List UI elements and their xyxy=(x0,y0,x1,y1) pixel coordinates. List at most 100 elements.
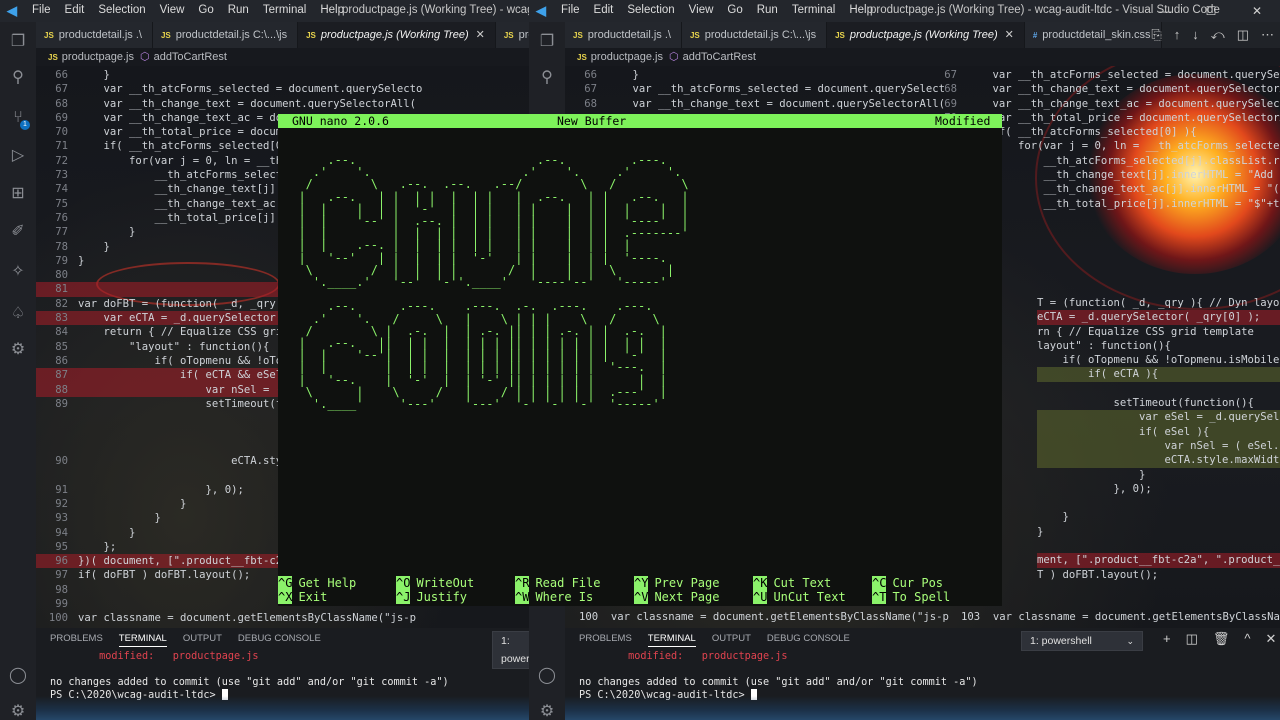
line-text: } xyxy=(78,512,161,525)
shortcut-key: ^C xyxy=(872,576,887,590)
menu-view[interactable]: View xyxy=(160,4,185,16)
tab-productdetail-js-2[interactable]: JS productdetail.js C:\...\js xyxy=(681,22,828,48)
menu-run[interactable]: Run xyxy=(757,4,778,16)
open-changes-icon[interactable]: ⎘ xyxy=(1151,27,1161,43)
new-terminal-icon[interactable]: + xyxy=(1163,631,1171,647)
split-editor-icon[interactable]: ◫ xyxy=(1237,27,1249,43)
terminal-output[interactable]: modified: productpage.js no changes adde… xyxy=(579,650,978,702)
close-icon[interactable]: ✕ xyxy=(476,29,485,41)
title-bar: ◀ File Edit Selection View Go Run Termin… xyxy=(529,0,1280,22)
shortcut-cut-text[interactable]: ^K Cut Text xyxy=(753,576,831,590)
extensions-icon[interactable]: ⊞ xyxy=(8,184,28,204)
menu-run[interactable]: Run xyxy=(228,4,249,16)
shortcut-read-file[interactable]: ^R Read File xyxy=(515,576,600,590)
panel-tab-output[interactable]: OUTPUT xyxy=(712,633,751,647)
menu-go[interactable]: Go xyxy=(198,4,213,16)
terminal-output[interactable]: modified: productpage.js no changes adde… xyxy=(50,650,449,702)
arrow-down-icon[interactable]: ↓ xyxy=(1192,27,1199,43)
nano-editor[interactable]: GNU nano 2.0.6 New Buffer Modified .--. … xyxy=(278,114,1002,606)
line-text: } xyxy=(1037,468,1146,481)
puzzle-icon[interactable]: ♤ xyxy=(8,304,28,324)
breadcrumb-file[interactable]: productpage.js xyxy=(591,51,663,63)
breadcrumb-symbol[interactable]: addToCartRest xyxy=(154,51,227,63)
menu-edit[interactable]: Edit xyxy=(594,4,614,16)
close-panel-icon[interactable]: ✕ xyxy=(1266,631,1277,647)
panel-tab-output[interactable]: OUTPUT xyxy=(183,633,222,647)
menu-edit[interactable]: Edit xyxy=(65,4,85,16)
account-icon[interactable]: ◯ xyxy=(8,666,28,686)
close-window-icon[interactable]: ✕ xyxy=(1234,2,1280,20)
arrow-up-icon[interactable]: ↑ xyxy=(1174,27,1181,43)
menu-help[interactable]: Help xyxy=(320,4,344,16)
more-actions-icon[interactable]: ⋯ xyxy=(1261,27,1274,43)
tab-productdetail-js[interactable]: JS productdetail.js .\ xyxy=(36,22,153,48)
menu-view[interactable]: View xyxy=(689,4,714,16)
run-debug-icon[interactable]: ▷ xyxy=(8,146,28,166)
panel-tab-terminal[interactable]: TERMINAL xyxy=(647,633,696,647)
shortcut-get-help[interactable]: ^G Get Help xyxy=(278,576,356,590)
shortcut-to-spell[interactable]: ^T To Spell xyxy=(872,590,950,604)
brush-icon[interactable]: ✐ xyxy=(8,222,28,242)
shortcut-cur-pos[interactable]: ^C Cur Pos xyxy=(872,576,943,590)
tab-productdetail-skin-css[interactable]: # productdetail_skin.css xyxy=(1024,22,1162,48)
menu-file[interactable]: File xyxy=(32,4,51,16)
line-text: var __th_change_text = document.querySel… xyxy=(607,97,946,110)
trash-icon[interactable]: 🗑 xyxy=(1213,631,1230,647)
js-file-icon: JS xyxy=(577,53,587,62)
search-icon[interactable]: ⚲ xyxy=(537,68,557,88)
symbol-icon: ⬡ xyxy=(139,51,150,63)
shortcut-prev-page[interactable]: ^Y Prev Page xyxy=(634,576,719,590)
line-text xyxy=(78,283,84,295)
explorer-icon[interactable]: ❐ xyxy=(8,32,28,52)
code-line: 66 } xyxy=(565,68,945,82)
split-terminal-icon[interactable]: ◫ xyxy=(1186,631,1198,647)
tab-productdetail-js-2[interactable]: JS productdetail.js C:\...\js xyxy=(152,22,299,48)
ascii-art: .--. .--. .---. .' '. .' '. .' '. / \ .-… xyxy=(298,153,689,412)
line-text xyxy=(1037,383,1043,395)
panel-tab-debug-console[interactable]: DEBUG CONSOLE xyxy=(238,633,321,647)
breadcrumb-file[interactable]: productpage.js xyxy=(62,51,134,63)
menu-terminal[interactable]: Terminal xyxy=(792,4,835,16)
maximize-panel-icon[interactable]: ^ xyxy=(1244,631,1250,647)
tab-productdetail-js[interactable]: JS productdetail.js .\ xyxy=(565,22,682,48)
menu-terminal[interactable]: Terminal xyxy=(263,4,306,16)
close-icon[interactable]: ✕ xyxy=(1005,29,1014,41)
panel-tab-debug-console[interactable]: DEBUG CONSOLE xyxy=(767,633,850,647)
line-number: 85 xyxy=(55,340,68,353)
line-text: } xyxy=(78,69,110,81)
panel-tab-problems[interactable]: PROBLEMS xyxy=(579,633,632,647)
js-file-icon: JS xyxy=(835,31,845,40)
star-icon[interactable]: ✧ xyxy=(8,262,28,282)
search-icon[interactable]: ⚲ xyxy=(8,68,28,88)
menu-file[interactable]: File xyxy=(561,4,580,16)
line-text: eCTA.style.maxWidth = "ca xyxy=(1164,454,1280,467)
menu-go[interactable]: Go xyxy=(727,4,742,16)
shortcut-uncut-text[interactable]: ^U UnCut Text xyxy=(753,590,846,604)
terminal-select[interactable]: 1: powershell ⌄ xyxy=(1021,631,1143,651)
menu-selection[interactable]: Selection xyxy=(98,4,145,16)
settings-gear-icon[interactable]: ⚙ xyxy=(537,702,557,720)
shortcut-exit[interactable]: ^X Exit xyxy=(278,590,327,604)
shortcut-where-is[interactable]: ^W Where Is xyxy=(515,590,593,604)
panel-tab-terminal[interactable]: TERMINAL xyxy=(118,633,167,647)
shortcut-justify[interactable]: ^J Justify xyxy=(396,590,467,604)
shortcut-next-page[interactable]: ^V Next Page xyxy=(634,590,719,604)
explorer-icon[interactable]: ❐ xyxy=(537,32,557,52)
line-number: 67 xyxy=(55,83,68,96)
shortcut-key: ^W xyxy=(515,590,530,604)
account-icon[interactable]: ◯ xyxy=(537,666,557,686)
tab-productpage-js[interactable]: JS productpage.js (Working Tree) ✕ xyxy=(298,22,496,48)
panel-tab-problems[interactable]: PROBLEMS xyxy=(50,633,103,647)
menu-selection[interactable]: Selection xyxy=(627,4,674,16)
line-text: var __th_atcForms_selected = document.qu… xyxy=(78,83,423,96)
shortcut-writeout[interactable]: ^O WriteOut xyxy=(396,576,474,590)
maximize-icon[interactable]: ☐ xyxy=(1188,2,1234,20)
settings-gear-icon[interactable]: ⚙ xyxy=(8,702,28,720)
terminal-select[interactable]: 1: powersh xyxy=(492,631,530,669)
minimize-icon[interactable]: — xyxy=(1142,2,1188,20)
tab-productpage-js[interactable]: JS productpage.js (Working Tree) ✕ xyxy=(827,22,1025,48)
breadcrumb-symbol[interactable]: addToCartRest xyxy=(683,51,756,63)
tab-producti[interactable]: JSproducti xyxy=(495,22,530,48)
revert-icon[interactable]: ⤺ xyxy=(1211,27,1225,43)
gear-extension-icon[interactable]: ⚙ xyxy=(8,340,28,360)
